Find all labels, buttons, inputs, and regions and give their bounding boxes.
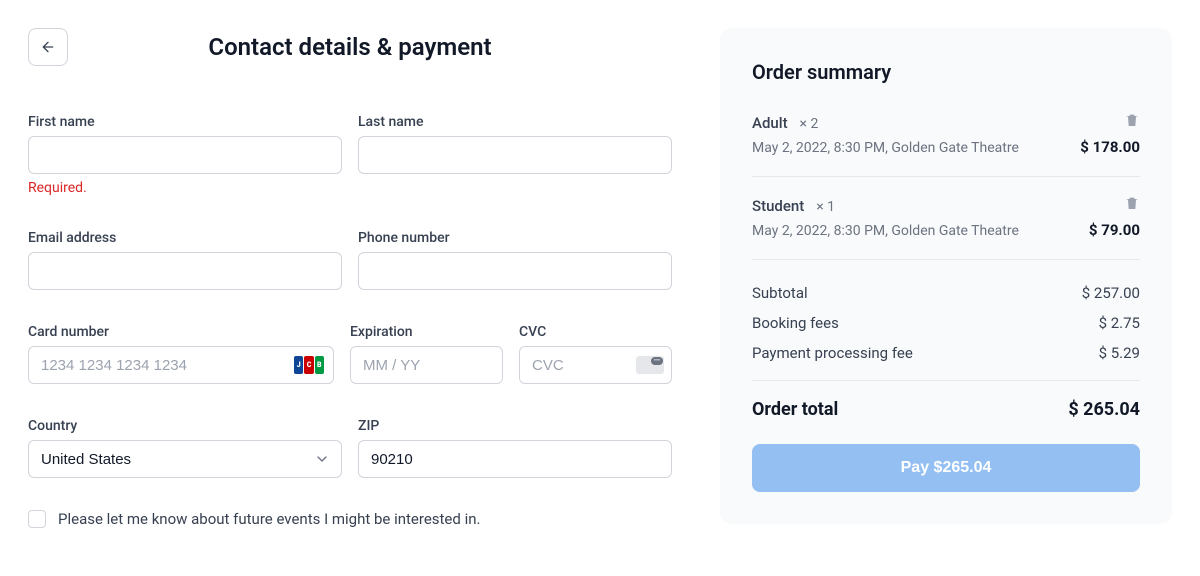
trash-icon: [1124, 112, 1140, 128]
email-input[interactable]: [28, 252, 342, 290]
fee-row: Payment processing fee $ 5.29: [752, 338, 1140, 368]
marketing-checkbox[interactable]: [28, 510, 46, 528]
order-total-value: $ 265.04: [1068, 399, 1140, 420]
last-name-field-group: Last name: [358, 114, 672, 196]
summary-item-name: Adult: [752, 114, 788, 132]
phone-input[interactable]: [358, 252, 672, 290]
last-name-label: Last name: [358, 114, 672, 130]
first-name-error: Required.: [28, 180, 342, 196]
card-number-field-group: Card number JCB: [28, 324, 334, 384]
zip-input[interactable]: [358, 440, 672, 478]
phone-label: Phone number: [358, 230, 672, 246]
country-select[interactable]: United States: [28, 440, 342, 478]
summary-item-qty: × 1: [816, 199, 835, 215]
fee-row: Subtotal $ 257.00: [752, 278, 1140, 308]
fee-label: Booking fees: [752, 314, 839, 332]
summary-item-meta: May 2, 2022, 8:30 PM, Golden Gate Theatr…: [752, 223, 1019, 239]
jcb-card-icon: JCB: [292, 354, 326, 376]
order-summary-title: Order summary: [752, 60, 1140, 84]
last-name-input[interactable]: [358, 136, 672, 174]
expiration-label: Expiration: [350, 324, 503, 340]
marketing-checkbox-label: Please let me know about future events I…: [58, 510, 480, 528]
country-field-group: Country United States: [28, 418, 342, 478]
page-title: Contact details & payment: [208, 33, 491, 61]
email-field-group: Email address: [28, 230, 342, 290]
pay-button[interactable]: Pay $265.04: [752, 444, 1140, 492]
card-number-label: Card number: [28, 324, 334, 340]
expiration-field-group: Expiration: [350, 324, 503, 384]
country-label: Country: [28, 418, 342, 434]
phone-field-group: Phone number: [358, 230, 672, 290]
summary-item-name: Student: [752, 197, 804, 215]
order-total-label: Order total: [752, 399, 838, 420]
first-name-label: First name: [28, 114, 342, 130]
summary-item-price: $ 79.00: [1089, 221, 1140, 239]
summary-item: Student × 1 May 2, 2022, 8:30 PM, Golden…: [752, 195, 1140, 260]
summary-item-qty: × 2: [800, 116, 819, 132]
first-name-input[interactable]: [28, 136, 342, 174]
summary-item-price: $ 178.00: [1080, 138, 1140, 156]
summary-item-meta: May 2, 2022, 8:30 PM, Golden Gate Theatr…: [752, 140, 1019, 156]
zip-field-group: ZIP: [358, 418, 672, 478]
fee-row: Booking fees $ 2.75: [752, 308, 1140, 338]
trash-icon: [1124, 195, 1140, 211]
cvc-card-icon: •••: [636, 356, 664, 374]
fee-label: Subtotal: [752, 284, 808, 302]
fee-label: Payment processing fee: [752, 344, 913, 362]
fee-value: $ 2.75: [1099, 314, 1140, 332]
zip-label: ZIP: [358, 418, 672, 434]
remove-item-button[interactable]: [1124, 112, 1140, 132]
cvc-field-group: CVC •••: [519, 324, 672, 384]
fee-value: $ 257.00: [1082, 284, 1140, 302]
card-number-input[interactable]: [28, 346, 334, 384]
summary-item: Adult × 2 May 2, 2022, 8:30 PM, Golden G…: [752, 112, 1140, 177]
remove-item-button[interactable]: [1124, 195, 1140, 215]
fee-value: $ 5.29: [1099, 344, 1140, 362]
back-button[interactable]: [28, 28, 68, 66]
expiration-input[interactable]: [350, 346, 503, 384]
email-label: Email address: [28, 230, 342, 246]
arrow-left-icon: [40, 39, 56, 55]
first-name-field-group: First name Required.: [28, 114, 342, 196]
cvc-label: CVC: [519, 324, 672, 340]
